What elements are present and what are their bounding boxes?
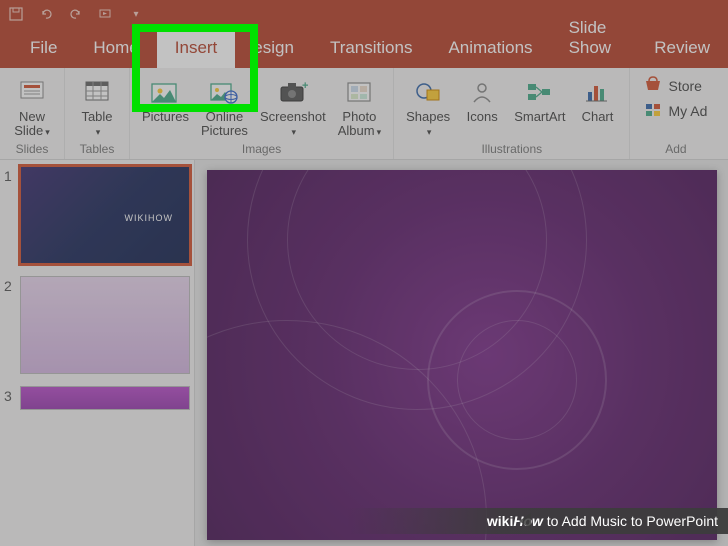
thumb-3[interactable]: 3 (4, 386, 190, 410)
new-slide-icon (16, 76, 48, 108)
qat-customize-icon[interactable]: ▾ (128, 6, 144, 22)
chart-label: Chart (582, 110, 614, 124)
group-label-slides: Slides (16, 142, 49, 157)
svg-text:+: + (302, 80, 308, 92)
chart-button[interactable]: Chart (573, 72, 621, 142)
online-pictures-label: Online Pictures (201, 110, 248, 139)
caption-arrow-icon (519, 513, 531, 529)
photo-album-icon (343, 76, 375, 108)
pictures-label: Pictures (142, 110, 189, 124)
undo-icon[interactable] (38, 6, 54, 22)
store-label: Store (668, 78, 701, 94)
shapes-label: Shapes▾ (406, 110, 450, 139)
ribbon: New Slide▾ Slides Table▾ Tables Pictures… (0, 68, 728, 160)
table-icon (81, 76, 113, 108)
photo-album-button[interactable]: Photo Album▾ (334, 72, 385, 142)
group-tables: Table▾ Tables (65, 68, 130, 159)
slide-thumbnails: 1 WIKIHOW 2 3 (0, 160, 195, 546)
ribbon-tabs: File Home Insert esign Transitions Anima… (0, 28, 728, 68)
tab-transitions[interactable]: Transitions (312, 28, 431, 68)
tab-animations[interactable]: Animations (430, 28, 550, 68)
save-icon[interactable] (8, 6, 24, 22)
thumb-2[interactable]: 2 (4, 276, 190, 374)
thumb-preview-3 (20, 386, 190, 410)
tab-review[interactable]: Review (636, 28, 728, 68)
screenshot-icon: + (277, 76, 309, 108)
table-button[interactable]: Table▾ (73, 72, 121, 142)
group-slides: New Slide▾ Slides (0, 68, 65, 159)
screenshot-button[interactable]: + Screenshot▾ (256, 72, 330, 142)
content-area: 1 WIKIHOW 2 3 (0, 160, 728, 546)
addins-icon (644, 101, 662, 120)
new-slide-label: New Slide▾ (14, 110, 49, 139)
shapes-button[interactable]: Shapes▾ (402, 72, 454, 142)
insert-tab-highlight (132, 24, 258, 112)
wikihow-caption: wikiHow to Add Music to PowerPoint (347, 508, 728, 534)
group-addins: Store My Ad Add (630, 68, 721, 159)
group-illustrations: Shapes▾ Icons SmartArt Chart Illustratio… (394, 68, 630, 159)
thumb-1-title: WIKIHOW (125, 213, 174, 223)
icons-button[interactable]: Icons (458, 72, 506, 142)
shapes-icon (412, 76, 444, 108)
tab-file[interactable]: File (12, 28, 75, 68)
redo-icon[interactable] (68, 6, 84, 22)
start-from-beginning-icon[interactable] (98, 6, 114, 22)
store-button[interactable]: Store (644, 76, 707, 95)
my-addins-label: My Ad (668, 103, 707, 119)
new-slide-button[interactable]: New Slide▾ (8, 72, 56, 142)
smartart-icon (524, 76, 556, 108)
smartart-button[interactable]: SmartArt (510, 72, 569, 142)
icons-label: Icons (467, 110, 498, 124)
store-icon (644, 76, 662, 95)
group-label-images: Images (242, 142, 281, 157)
icons-icon (466, 76, 498, 108)
chart-icon (581, 76, 613, 108)
my-addins-button[interactable]: My Ad (644, 101, 707, 120)
group-label-tables: Tables (80, 142, 115, 157)
thumb-num-2: 2 (4, 276, 20, 374)
table-label: Table▾ (81, 110, 112, 139)
thumb-num-3: 3 (4, 386, 20, 410)
smartart-label: SmartArt (514, 110, 565, 124)
main-slide (207, 170, 717, 540)
tab-slideshow[interactable]: Slide Show (551, 8, 637, 68)
group-label-illustrations: Illustrations (481, 142, 542, 157)
photo-album-label: Photo Album▾ (338, 110, 381, 139)
group-label-addins: Add (665, 142, 686, 157)
thumb-preview-1: WIKIHOW (20, 166, 190, 264)
slide-editor[interactable] (195, 160, 728, 546)
thumb-num-1: 1 (4, 166, 20, 264)
screenshot-label: Screenshot▾ (260, 110, 326, 139)
thumb-1[interactable]: 1 WIKIHOW (4, 166, 190, 264)
thumb-preview-2 (20, 276, 190, 374)
